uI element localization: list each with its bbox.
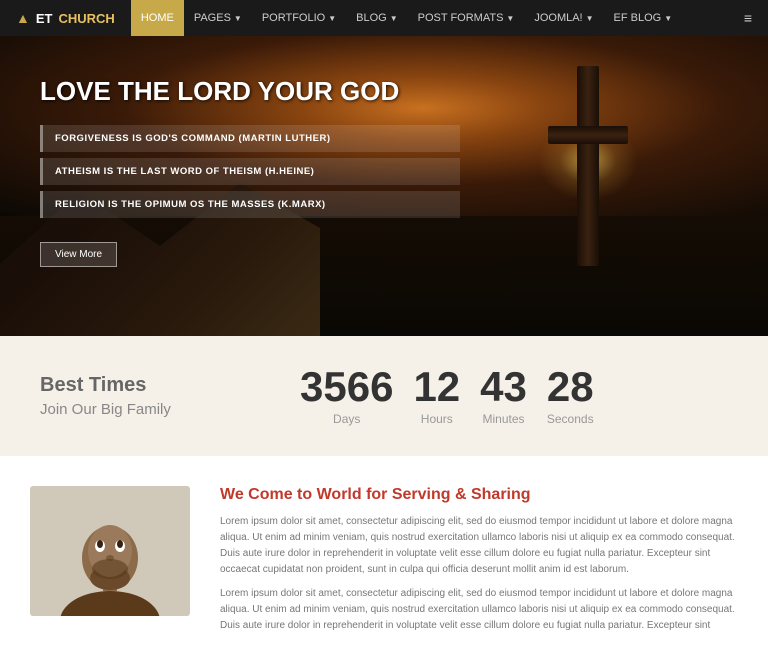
hamburger-menu[interactable]: ≡ <box>744 10 752 26</box>
countdown-left: Best Times Join Our Big Family <box>40 374 260 418</box>
hero-quote-3: RELIGION IS THE OPIMUM OS THE MASSES (K.… <box>40 191 460 218</box>
cross-vertical <box>577 66 599 266</box>
about-title: We Come to World for Serving & Sharing <box>220 486 738 504</box>
logo[interactable]: ▲ ET CHURCH <box>16 10 115 26</box>
view-more-button[interactable]: View More <box>40 242 117 267</box>
countdown-hours: 12 Hours <box>413 366 460 426</box>
hero-quote-1: FORGIVENESS IS GOD'S COMMAND (Martin Lut… <box>40 125 460 152</box>
nav-links: HOME PAGES▼ PORTFOLIO▼ BLOG▼ POST FORMAT… <box>131 0 682 36</box>
caret-icon: ▼ <box>234 14 242 23</box>
caret-icon: ▼ <box>506 14 514 23</box>
cross <box>528 66 648 286</box>
nav-item-pages[interactable]: PAGES▼ <box>184 0 252 36</box>
minutes-number: 43 <box>480 366 527 408</box>
countdown-subtitle: Join Our Big Family <box>40 401 260 418</box>
caret-icon: ▼ <box>390 14 398 23</box>
navbar: ▲ ET CHURCH HOME PAGES▼ PORTFOLIO▼ BLOG▼… <box>0 0 768 36</box>
logo-et: ET <box>36 11 53 26</box>
logo-church: CHURCH <box>58 11 114 26</box>
hours-label: Hours <box>413 412 460 426</box>
nav-item-post-formats[interactable]: POST FORMATS▼ <box>408 0 525 36</box>
logo-icon: ▲ <box>16 10 30 26</box>
nav-item-portfolio[interactable]: PORTFOLIO▼ <box>252 0 346 36</box>
nav-item-home[interactable]: HOME <box>131 0 184 36</box>
days-label: Days <box>300 412 393 426</box>
hero-quote-2: ATHEISM IS THE LAST WORD OF THEISM (H.He… <box>40 158 460 185</box>
seconds-label: Seconds <box>547 412 594 426</box>
nav-item-ef-blog[interactable]: EF BLOG▼ <box>604 0 683 36</box>
hero-content: LOVE THE LORD YOUR GOD FORGIVENESS IS GO… <box>40 76 460 267</box>
nav-item-joomla[interactable]: JOOMLA!▼ <box>524 0 603 36</box>
caret-icon: ▼ <box>328 14 336 23</box>
cross-horizontal <box>548 126 628 144</box>
hero-section: LOVE THE LORD YOUR GOD FORGIVENESS IS GO… <box>0 36 768 336</box>
days-number: 3566 <box>300 366 393 408</box>
hero-title: LOVE THE LORD YOUR GOD <box>40 76 460 107</box>
about-image <box>30 486 190 616</box>
countdown-days: 3566 Days <box>300 366 393 426</box>
countdown-minutes: 43 Minutes <box>480 366 527 426</box>
about-paragraph-2: Lorem ipsum dolor sit amet, consectetur … <box>220 586 738 634</box>
minutes-label: Minutes <box>480 412 527 426</box>
nav-item-blog[interactable]: BLOG▼ <box>346 0 408 36</box>
caret-icon: ▼ <box>586 14 594 23</box>
caret-icon: ▼ <box>664 14 672 23</box>
about-content: We Come to World for Serving & Sharing L… <box>220 486 738 642</box>
seconds-number: 28 <box>547 366 594 408</box>
hours-number: 12 <box>413 366 460 408</box>
about-section: We Come to World for Serving & Sharing L… <box>0 456 768 672</box>
person-illustration <box>55 486 165 616</box>
countdown-title: Best Times <box>40 374 260 397</box>
countdown-numbers: 3566 Days 12 Hours 43 Minutes 28 Seconds <box>300 366 594 426</box>
countdown-seconds: 28 Seconds <box>547 366 594 426</box>
about-paragraph-1: Lorem ipsum dolor sit amet, consectetur … <box>220 514 738 578</box>
countdown-section: Best Times Join Our Big Family 3566 Days… <box>0 336 768 456</box>
